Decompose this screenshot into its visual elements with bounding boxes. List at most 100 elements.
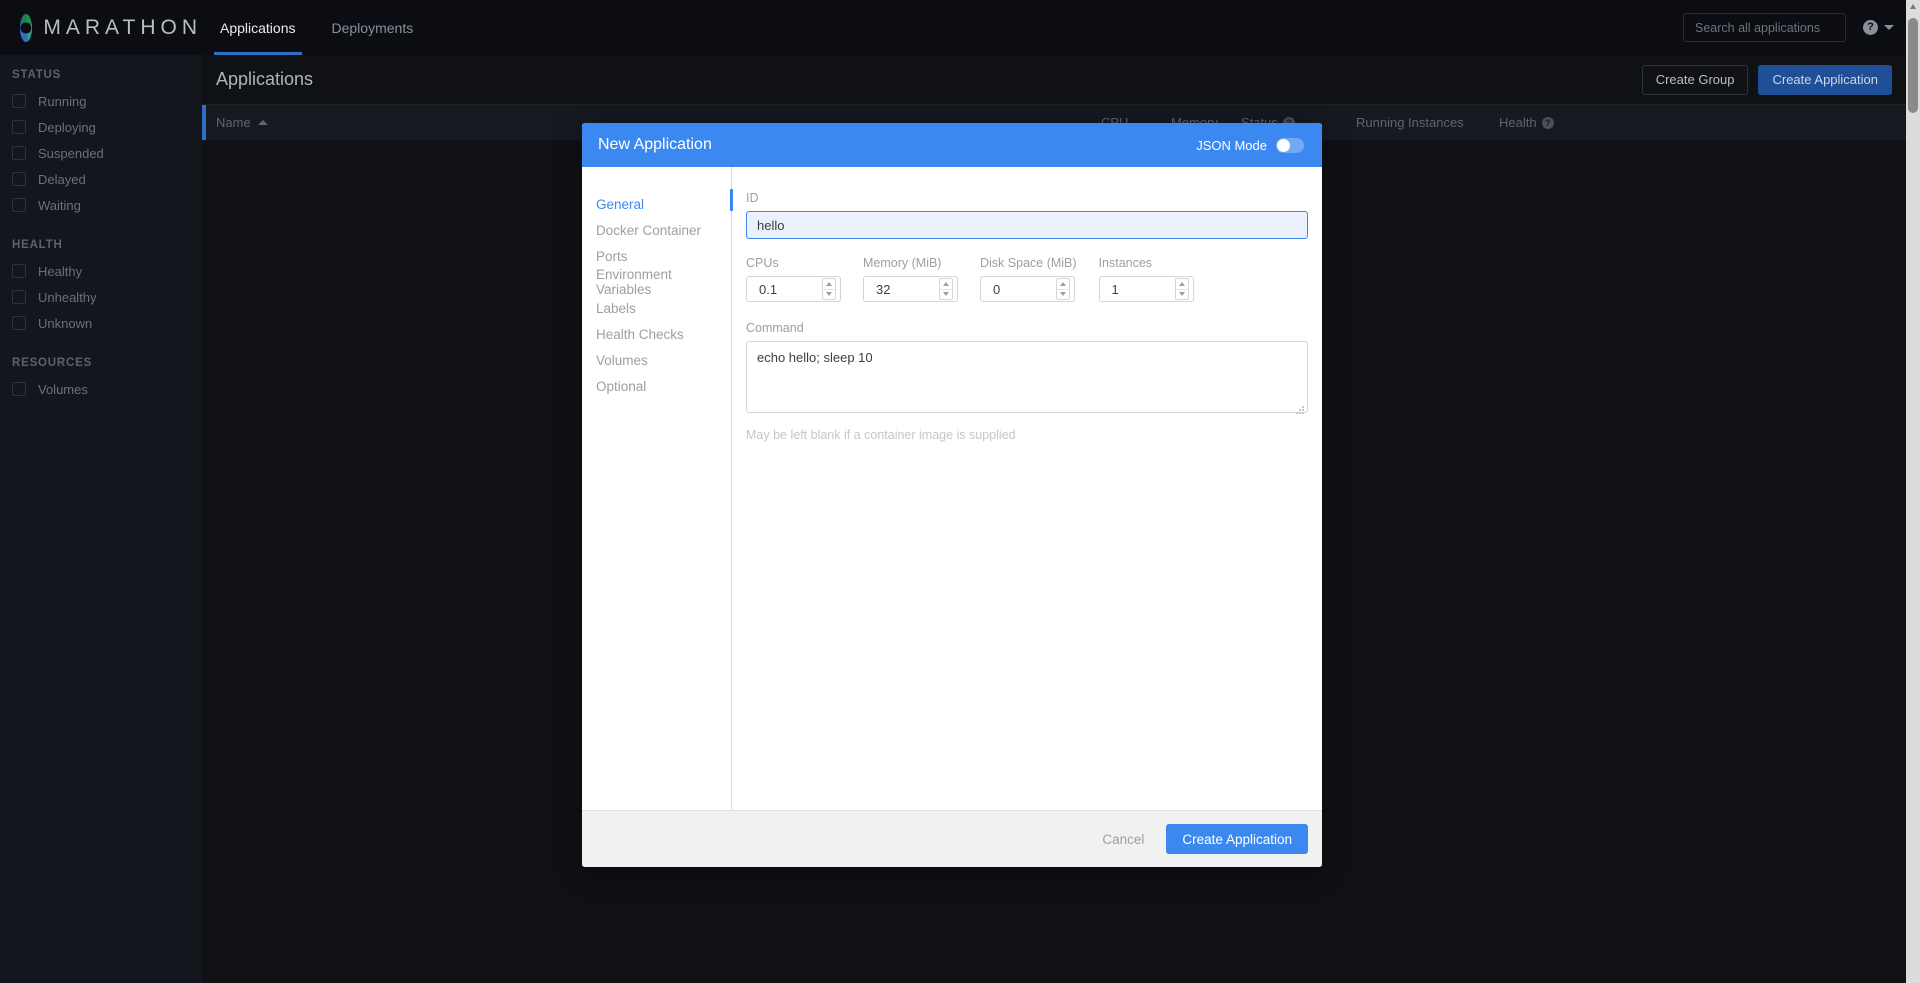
scroll-up-icon[interactable]	[1910, 4, 1916, 9]
chevron-down-icon	[1178, 292, 1185, 297]
instances-spinner[interactable]	[1174, 278, 1189, 300]
instances-input[interactable]	[1109, 280, 1175, 298]
sidebar-group-status-title: STATUS	[12, 69, 62, 81]
column-header-health[interactable]: Health ?	[1499, 115, 1589, 130]
modal-nav-volumes[interactable]: Volumes	[582, 347, 731, 373]
checkbox-volumes[interactable]	[12, 382, 26, 396]
id-input[interactable]	[746, 211, 1308, 239]
column-header-health-label: Health	[1499, 115, 1537, 130]
memory-spinner[interactable]	[939, 278, 953, 300]
modal-nav-labels[interactable]: Labels	[582, 295, 731, 321]
checkbox-delayed[interactable]	[12, 172, 26, 186]
chevron-down-icon	[1060, 292, 1066, 297]
modal-nav-ports[interactable]: Ports	[582, 243, 731, 269]
create-application-button[interactable]: Create Application	[1758, 64, 1892, 95]
create-group-button[interactable]: Create Group	[1641, 64, 1749, 95]
cpus-input[interactable]	[757, 280, 822, 298]
disk-space-decrement-button[interactable]	[1057, 290, 1069, 300]
cpus-spinner[interactable]	[822, 278, 836, 300]
checkbox-unhealthy[interactable]	[12, 290, 26, 304]
sidebar-item-healthy-label: Healthy	[38, 263, 83, 279]
checkbox-waiting[interactable]	[12, 198, 26, 212]
nav-link-deployments-label: Deployments	[331, 19, 414, 36]
modal-nav-environment-variables-label: Environment Variables	[596, 267, 672, 297]
modal-footer: Cancel Create Application	[582, 810, 1322, 867]
brand-name: MARATHON	[43, 15, 202, 39]
checkbox-healthy[interactable]	[12, 264, 26, 278]
health-help-icon[interactable]: ?	[1541, 116, 1554, 129]
checkbox-suspended[interactable]	[12, 146, 26, 160]
command-field-group: Command echo hello; sleep 10 May be left…	[746, 321, 1308, 442]
sidebar-item-unhealthy[interactable]: Unhealthy	[0, 284, 202, 310]
sidebar-item-running[interactable]: Running	[0, 88, 202, 114]
sidebar-item-delayed[interactable]: Delayed	[0, 166, 202, 192]
modal-body: General Docker Container Ports Environme…	[582, 167, 1322, 810]
modal-nav-health-checks[interactable]: Health Checks	[582, 321, 731, 347]
cpus-field-group: CPUs	[746, 256, 841, 302]
json-mode-toggle-track[interactable]	[1276, 137, 1304, 153]
disk-space-input[interactable]	[991, 280, 1056, 298]
memory-stepper[interactable]	[863, 276, 958, 302]
nav-link-deployments[interactable]: Deployments	[314, 0, 432, 55]
memory-field-group: Memory (MiB)	[863, 256, 958, 302]
search-input[interactable]	[1693, 19, 1858, 36]
instances-stepper[interactable]	[1098, 276, 1194, 302]
page-scrollbar[interactable]	[1906, 0, 1920, 983]
modal-nav-environment-variables[interactable]: Environment Variables	[582, 267, 731, 297]
instances-decrement-button[interactable]	[1176, 290, 1188, 300]
command-input-holder: echo hello; sleep 10	[746, 341, 1308, 418]
active-section-indicator	[730, 189, 733, 211]
cpus-stepper[interactable]	[746, 276, 841, 302]
disk-space-stepper[interactable]	[980, 276, 1075, 302]
sidebar-item-unknown[interactable]: Unknown	[0, 310, 202, 336]
modal-nav-docker-container-label: Docker Container	[596, 222, 702, 238]
column-header-name[interactable]: Name	[216, 115, 376, 130]
modal-title: New Application	[598, 136, 712, 153]
modal-nav-docker-container[interactable]: Docker Container	[582, 217, 731, 243]
cpus-label: CPUs	[746, 256, 779, 270]
sidebar-item-suspended-label: Suspended	[38, 145, 104, 161]
disk-space-increment-button[interactable]	[1057, 279, 1069, 290]
checkbox-unknown[interactable]	[12, 316, 26, 330]
help-menu[interactable]: ?	[1863, 20, 1894, 35]
command-textarea[interactable]: echo hello; sleep 10	[746, 341, 1308, 413]
memory-input[interactable]	[874, 280, 939, 298]
nav-link-applications[interactable]: Applications	[202, 0, 314, 55]
json-mode-toggle[interactable]: JSON Mode	[1196, 137, 1304, 153]
sidebar-group-resources: RESOURCES Volumes	[0, 357, 202, 402]
page-header: Applications Create Group Create Applica…	[202, 55, 1920, 104]
sidebar-item-deploying[interactable]: Deploying	[0, 114, 202, 140]
chevron-up-icon	[943, 281, 949, 286]
cpus-increment-button[interactable]	[823, 279, 835, 290]
page-title: Applications	[216, 69, 314, 89]
memory-decrement-button[interactable]	[940, 290, 952, 300]
checkbox-running[interactable]	[12, 94, 26, 108]
modal-nav-general[interactable]: General	[582, 191, 731, 217]
sidebar-item-volumes-label: Volumes	[38, 381, 88, 397]
column-header-running-instances[interactable]: Running Instances	[1356, 115, 1491, 130]
sidebar-item-volumes[interactable]: Volumes	[0, 376, 202, 402]
modal-nav-optional-label: Optional	[596, 378, 647, 394]
sidebar-item-delayed-label: Delayed	[38, 171, 86, 187]
disk-space-spinner[interactable]	[1056, 278, 1070, 300]
instances-label: Instances	[1098, 256, 1153, 270]
sidebar-group-health-title: HEALTH	[12, 239, 63, 251]
chevron-down-icon	[826, 292, 832, 297]
column-header-running-instances-label: Running Instances	[1356, 115, 1464, 130]
sidebar-item-waiting[interactable]: Waiting	[0, 192, 202, 218]
cancel-button[interactable]: Cancel	[1096, 831, 1150, 848]
sidebar-item-healthy[interactable]: Healthy	[0, 258, 202, 284]
brand[interactable]: MARATHON	[0, 13, 202, 42]
memory-increment-button[interactable]	[940, 279, 952, 290]
checkbox-deploying[interactable]	[12, 120, 26, 134]
modal-nav-optional[interactable]: Optional	[582, 373, 731, 399]
modal-create-application-button[interactable]: Create Application	[1166, 824, 1308, 854]
instances-increment-button[interactable]	[1175, 279, 1188, 290]
scrollbar-thumb[interactable]	[1908, 18, 1918, 113]
resources-row: CPUs Memory (MiB)	[746, 256, 1308, 302]
sidebar-item-suspended[interactable]: Suspended	[0, 140, 202, 166]
modal-nav-volumes-label: Volumes	[596, 352, 648, 368]
cpus-decrement-button[interactable]	[823, 290, 835, 300]
navbar-right: ?	[1683, 13, 1920, 42]
search-box[interactable]	[1683, 13, 1858, 42]
